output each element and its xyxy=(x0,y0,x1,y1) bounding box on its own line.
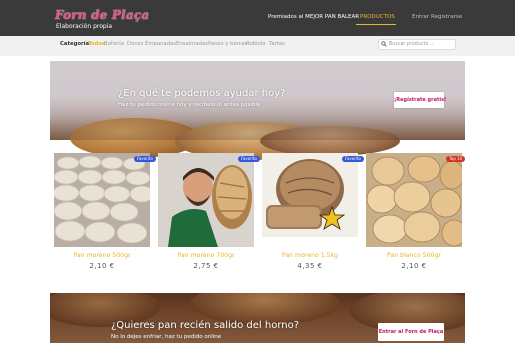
hero-subtitle: Haz tu pedido online hoy y recíbelo lo a… xyxy=(118,102,261,108)
bread-rolls-tray-image xyxy=(54,153,150,247)
product-price: 2,10 € xyxy=(89,262,115,270)
favorite-badge: Favorito xyxy=(238,156,260,162)
enter-shop-button[interactable]: Entrar al Forn de Plaça xyxy=(378,323,444,341)
logo-tagline: Elaboración propia xyxy=(56,23,113,30)
login-link[interactable]: Entrar xyxy=(412,14,429,20)
product-name[interactable]: Pan blanco 500gr xyxy=(366,252,462,259)
large-loaf-image xyxy=(262,153,358,247)
category-ensaimadas[interactable]: Ensaimadas xyxy=(176,41,208,47)
product-image[interactable] xyxy=(54,153,150,247)
product-name[interactable]: Pan moreno 1.5kg xyxy=(262,252,358,259)
search-icon xyxy=(381,41,387,47)
product-image[interactable] xyxy=(158,153,254,247)
register-free-button[interactable]: ¡Regístrate gratis! xyxy=(394,92,446,108)
banner-subtitle: No lo dejes enfriar, haz tu pedido onlin… xyxy=(111,334,222,340)
category-label: Categoría: xyxy=(60,41,92,47)
nav-productos-link[interactable]: PRODUCTOS xyxy=(360,14,395,20)
product-image[interactable] xyxy=(366,153,462,247)
product-name[interactable]: Pan moreno 700gr xyxy=(158,252,254,259)
category-bolleria[interactable]: Bollería xyxy=(104,41,124,47)
favorite-badge: Favorito xyxy=(134,156,156,162)
banner-title: ¿Quieres pan recién salido del horno? xyxy=(111,320,300,331)
category-doces[interactable]: Doces xyxy=(127,41,143,47)
nav-premiados-link[interactable]: Premiados al MEJOR PAN BALEAR xyxy=(268,14,359,20)
register-link[interactable]: Registrarse xyxy=(431,14,462,20)
category-todas[interactable]: Todas xyxy=(88,41,105,47)
category-robiolo[interactable]: Robiolo xyxy=(246,41,265,47)
top-10-badge: Top 10 xyxy=(446,156,466,162)
product-name[interactable]: Pan moreno 500gr xyxy=(54,252,150,259)
product-image[interactable] xyxy=(262,153,358,247)
baker-holding-bread-image xyxy=(158,153,254,247)
category-tartas[interactable]: Tartas xyxy=(269,41,285,47)
white-bread-loaves-image xyxy=(366,153,462,247)
product-price: 2,75 € xyxy=(193,262,219,270)
search-placeholder: Buscar producto ... xyxy=(389,42,435,47)
favorite-badge: Favorito xyxy=(342,156,364,162)
category-panes-y-barras[interactable]: Panes y barras xyxy=(208,41,247,47)
product-price: 2,10 € xyxy=(401,262,427,270)
nav-active-underline xyxy=(356,24,396,25)
category-empanadas[interactable]: Empanadas xyxy=(145,41,176,47)
hero-title: ¿En qué te podemos ayudar hoy? xyxy=(118,88,286,99)
product-price: 4,35 € xyxy=(297,262,323,270)
logo[interactable]: Forn de Plaça xyxy=(55,8,155,23)
